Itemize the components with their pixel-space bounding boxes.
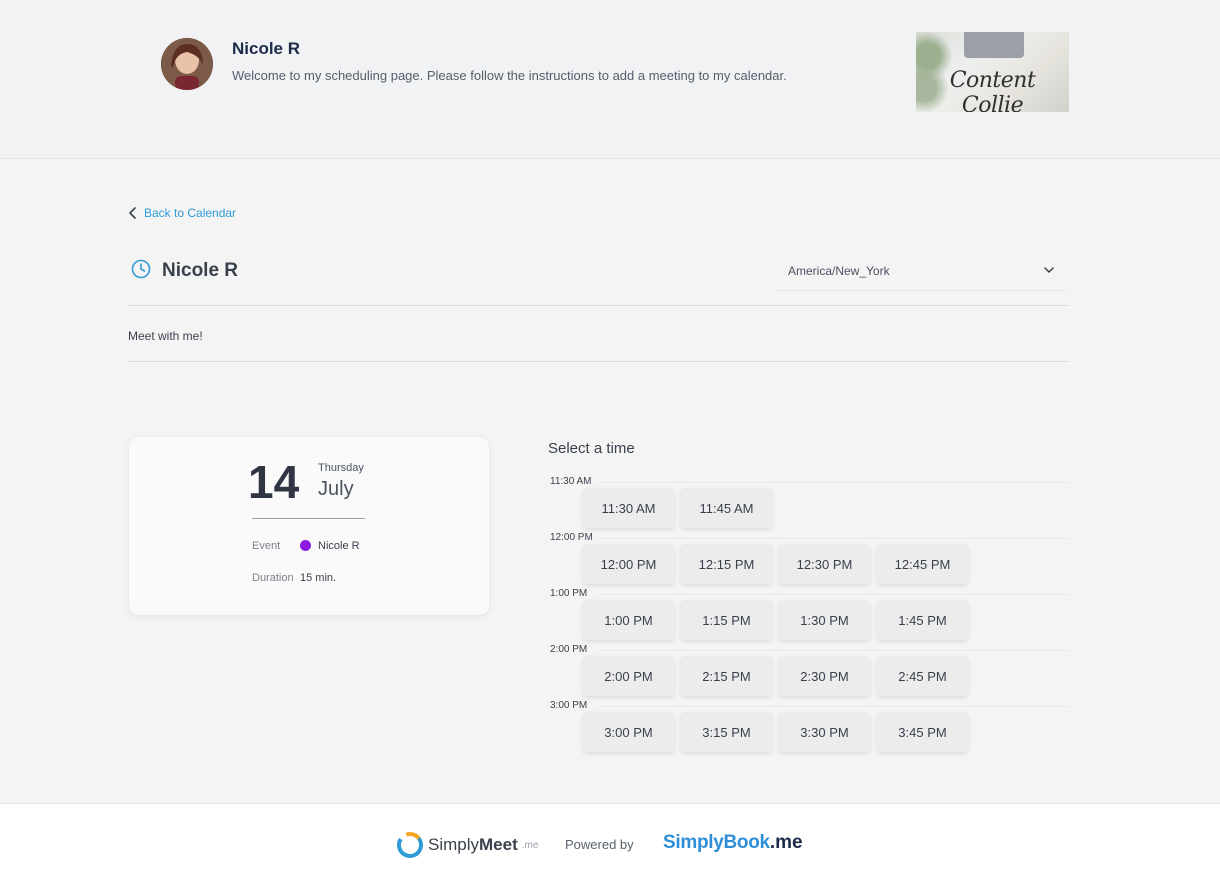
time-slot-button[interactable]: 2:00 PM [583,656,674,696]
description-row: Meet with me! [128,306,1069,362]
event-value: Nicole R [318,540,360,552]
back-link-label: Back to Calendar [144,206,237,220]
page-title: Nicole R [162,260,239,281]
time-slot-button[interactable]: 12:00 PM [583,544,674,584]
date-weekday: Thursday [318,462,364,474]
time-slot-button[interactable]: 2:45 PM [877,656,968,696]
time-slot-button[interactable]: 11:45 AM [681,488,772,528]
simplymeet-wordmark: SimplyMeet [428,835,518,855]
time-slot-button[interactable]: 11:30 AM [583,488,674,528]
hour-divider [600,538,1069,539]
time-slot-button[interactable]: 3:45 PM [877,712,968,752]
hour-group: 2:00 PM 2:00 PM 2:15 PM 2:30 PM 2:45 PM [548,644,1069,700]
powered-by-label: Powered by [565,837,634,852]
time-slot-button[interactable]: 1:00 PM [583,600,674,640]
hour-label: 1:00 PM [550,588,592,599]
back-to-calendar-link[interactable]: Back to Calendar [128,206,236,220]
time-slot-button[interactable]: 1:30 PM [779,600,870,640]
select-time-heading: Select a time [548,440,635,457]
simplymeet-word-a: Simply [428,835,480,854]
simplybook-logo[interactable]: SimplyBook .me [663,832,803,854]
time-slot-button[interactable]: 3:15 PM [681,712,772,752]
card-divider [252,518,365,519]
simplybook-wordmark: SimplyBook [663,832,770,853]
slot-row: 3:00 PM 3:15 PM 3:30 PM 3:45 PM [583,712,968,752]
hour-divider [600,482,1069,483]
slot-row: 12:00 PM 12:15 PM 12:30 PM 12:45 PM [583,544,968,584]
time-slot-button[interactable]: 3:00 PM [583,712,674,752]
time-slot-button[interactable]: 12:30 PM [779,544,870,584]
simplymeet-ring-icon [397,832,423,858]
duration-label: Duration [252,572,294,584]
simplymeet-suffix: .me [521,839,539,851]
host-name: Nicole R [232,39,301,58]
time-slot-button[interactable]: 3:30 PM [779,712,870,752]
slot-row: 11:30 AM 11:45 AM [583,488,772,528]
clock-icon [131,259,151,279]
hour-label: 2:00 PM [550,644,592,655]
chevron-left-icon [129,207,136,219]
slot-row: 2:00 PM 2:15 PM 2:30 PM 2:45 PM [583,656,968,696]
hour-divider [600,650,1069,651]
slot-row: 1:00 PM 1:15 PM 1:30 PM 1:45 PM [583,600,968,640]
hour-label: 12:00 PM [550,532,597,543]
hour-divider [600,594,1069,595]
booking-description: Meet with me! [128,329,203,343]
timezone-value: America/New_York [788,264,890,278]
simplybook-suffix: .me [769,832,803,853]
logo-laptop-decoration [964,32,1024,58]
hour-group: 12:00 PM 12:00 PM 12:15 PM 12:30 PM 12:45 PM [548,532,1069,588]
duration-value: 15 min. [300,572,337,584]
time-slot-button[interactable]: 12:45 PM [877,544,968,584]
date-day: 14 [248,456,300,508]
welcome-text: Welcome to my scheduling page. Please fo… [232,68,787,83]
simplymeet-logo[interactable]: SimplyMeet .me [396,831,538,859]
logo-text: Content Collie [949,68,1036,112]
booking-summary-card: 14 Thursday July Event Nicole R Duration… [129,437,489,615]
hour-divider [600,706,1069,707]
booking-title-row: Nicole R America/New_York [128,254,1069,306]
time-slot-button[interactable]: 12:15 PM [681,544,772,584]
time-slot-button[interactable]: 1:45 PM [877,600,968,640]
chevron-down-icon [1044,267,1054,273]
time-slot-button[interactable]: 1:15 PM [681,600,772,640]
time-slot-button[interactable]: 2:15 PM [681,656,772,696]
hour-group: 3:00 PM 3:00 PM 3:15 PM 3:30 PM 3:45 PM [548,700,1069,756]
hour-label: 3:00 PM [550,700,592,711]
hour-group: 1:00 PM 1:00 PM 1:15 PM 1:30 PM 1:45 PM [548,588,1069,644]
page-footer: SimplyMeet .me Powered by SimplyBook .me [0,803,1220,877]
event-label: Event [252,540,281,552]
simplymeet-word-b: Meet [479,835,518,854]
hour-label: 11:30 AM [550,476,596,487]
host-avatar [161,38,213,90]
timezone-select[interactable]: America/New_York [776,254,1066,291]
time-slot-button[interactable]: 2:30 PM [779,656,870,696]
hour-group: 11:30 AM 11:30 AM 11:45 AM [548,476,1069,532]
date-month: July [318,478,354,500]
brand-logo: Content Collie [916,32,1069,112]
event-color-dot [300,540,311,551]
page-header: Nicole R Welcome to my scheduling page. … [0,0,1220,159]
